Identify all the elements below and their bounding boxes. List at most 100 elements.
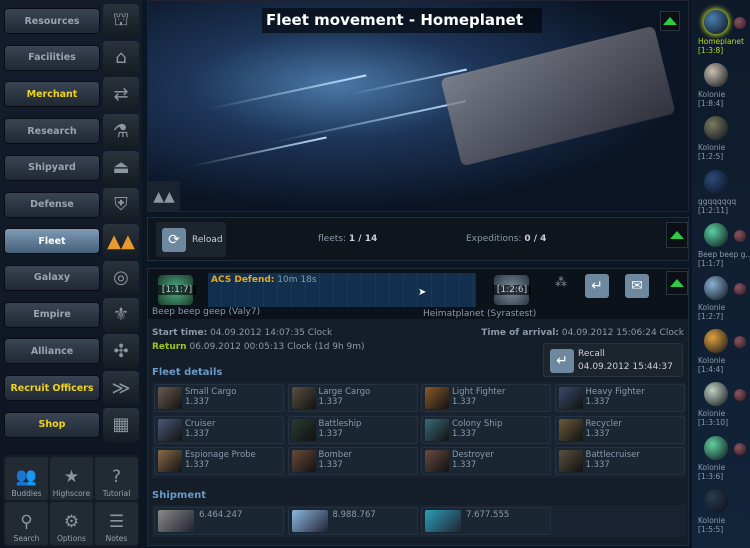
tool-search[interactable]: ⚲ Search xyxy=(5,502,48,545)
recall-time: 04.09.2012 15:44:37 xyxy=(578,362,673,372)
shipment-deuterium: 7.677.555 xyxy=(421,507,551,535)
research-icon[interactable]: ⚗ xyxy=(103,114,139,149)
nav-defense[interactable]: Defense xyxy=(4,191,100,218)
metal-icon xyxy=(158,510,194,532)
moon-icon[interactable] xyxy=(734,336,746,349)
nav-recruit-officers[interactable]: Recruit Officers xyxy=(4,375,100,401)
nav-facilities[interactable]: Facilities xyxy=(4,44,100,71)
fleet-formation-button[interactable]: ⁂ xyxy=(548,275,574,299)
planet-item[interactable]: Beep beep g... [1:1:7] xyxy=(692,221,750,274)
planet-icon xyxy=(704,116,728,141)
merchant-icon[interactable]: ⇄ xyxy=(103,77,139,112)
tool-buddies[interactable]: 👥 Buddies xyxy=(5,457,48,500)
ship-count: 1.337 xyxy=(452,460,477,470)
planet-item[interactable]: Homeplanet [1:3:8] xyxy=(692,8,750,61)
ship-name: Espionage Probe xyxy=(185,450,256,460)
defense-icon[interactable]: ⛨ xyxy=(103,187,139,222)
moon-icon[interactable] xyxy=(734,283,746,295)
nav-research[interactable]: Research xyxy=(4,118,100,145)
shipment-metal: 6.464.247 xyxy=(154,507,284,535)
nav-shop[interactable]: Shop xyxy=(4,411,100,438)
nav-galaxy[interactable]: Galaxy xyxy=(4,264,100,291)
collapse-toolbar-button[interactable] xyxy=(666,222,688,248)
nav-alliance[interactable]: Alliance xyxy=(4,338,100,365)
planet-item[interactable]: Kolonie [1:5:5] xyxy=(692,487,750,540)
planet-item[interactable]: Kolonie [1:3:6] xyxy=(692,434,750,487)
planet-item[interactable]: Kolonie [1:2:7] xyxy=(692,274,750,327)
tool-notes[interactable]: ☰ Notes xyxy=(95,502,138,545)
ship-count: 1.337 xyxy=(585,397,610,407)
ship-cell: Battlecruiser 1.337 xyxy=(554,447,685,475)
planet-item[interactable]: Kolonie [1:4:4] xyxy=(692,327,750,380)
planet-list: Homeplanet [1:3:8] Kolonie [1:8:4] Kolonie [1… xyxy=(692,0,750,548)
collapse-banner-button[interactable] xyxy=(660,11,680,31)
reload-label: Reload xyxy=(192,234,223,245)
arrival-time-value: 04.09.2012 15:06:24 Clock xyxy=(561,328,684,338)
alliance-icon[interactable]: ✣ xyxy=(103,334,139,369)
destination-coords[interactable]: [1:2:6] xyxy=(493,285,531,295)
tool-options[interactable]: ⚙ Options xyxy=(50,502,93,545)
origin-coords[interactable]: [1:1:7] xyxy=(158,285,196,295)
ship-image xyxy=(558,418,583,441)
planet-name: Kolonie xyxy=(698,409,726,419)
reload-icon: ⟳ xyxy=(162,227,186,252)
shop-icon[interactable]: ▦ xyxy=(103,407,139,442)
reload-button[interactable]: ⟳ Reload xyxy=(156,222,226,257)
mission-type: ACS Defend: xyxy=(211,275,275,285)
page-title: Fleet movement - Homeplanet xyxy=(262,8,542,33)
officers-icon[interactable]: ≫ xyxy=(103,371,139,405)
ship-name: Destroyer xyxy=(452,450,494,460)
planet-coords: [1:2:7] xyxy=(698,312,724,321)
ship-cell: Cruiser 1.337 xyxy=(154,415,284,444)
return-value: 06.09.2012 00:05:13 Clock (1d 9h 9m) xyxy=(189,342,365,352)
planet-item[interactable]: Kolonie [1:3:10] xyxy=(692,380,750,433)
nav-empire[interactable]: Empire xyxy=(4,301,100,328)
tool-highscore[interactable]: ★ Highscore xyxy=(50,457,93,500)
message-button[interactable]: ✉ xyxy=(625,274,649,298)
collapse-event-button[interactable] xyxy=(666,271,688,295)
nav-shipyard[interactable]: Shipyard xyxy=(4,154,100,181)
resources-icon[interactable]: ⛫ xyxy=(103,4,139,38)
recall-button[interactable]: ↵ Recall 04.09.2012 15:44:37 xyxy=(543,343,683,377)
planet-coords: [1:1:7] xyxy=(698,258,724,268)
nav-resources[interactable]: Resources xyxy=(4,8,100,34)
facilities-icon[interactable]: ⌂ xyxy=(103,40,139,75)
moon-icon[interactable] xyxy=(734,389,746,402)
planet-icon xyxy=(704,276,728,300)
ship-name: Light Fighter xyxy=(452,387,506,397)
ship-cell: Large Cargo 1.337 xyxy=(287,384,418,412)
shipyard-icon[interactable]: ⏏ xyxy=(103,150,139,185)
moon-icon[interactable] xyxy=(734,442,746,455)
planet-name: Kolonie xyxy=(698,356,726,366)
nav-merchant[interactable]: Merchant xyxy=(4,81,100,108)
galaxy-icon[interactable]: ◎ xyxy=(103,260,139,295)
planet-item[interactable]: ggqqqqqq [1:2:11] xyxy=(692,168,750,221)
planet-item[interactable]: Kolonie [1:8:4] xyxy=(692,61,750,114)
tool-label: Notes xyxy=(105,534,128,543)
fleet-details-title: Fleet details xyxy=(152,367,223,378)
shipment-crystal: 8.988.767 xyxy=(287,507,418,535)
ship-name: Recycler xyxy=(585,418,622,429)
ship-name: Heavy Fighter xyxy=(585,387,645,397)
ship-image xyxy=(558,387,583,409)
buddies-icon: 👥 xyxy=(15,467,38,487)
tool-label: Buddies xyxy=(11,489,42,498)
ship-image xyxy=(291,450,316,472)
planet-coords: [1:8:4] xyxy=(698,99,724,109)
ship-cell: Bomber 1.337 xyxy=(287,447,418,475)
planet-name: Kolonie xyxy=(698,143,726,153)
tool-tutorial[interactable]: ? Tutorial xyxy=(95,457,138,500)
nav-fleet[interactable]: Fleet xyxy=(4,228,100,255)
expeditions-value: 0 / 4 xyxy=(524,234,547,244)
ship-count: 1.337 xyxy=(318,460,343,470)
fleet-icon[interactable]: ▲▲ xyxy=(103,224,139,259)
planet-coords: [1:3:6] xyxy=(698,471,724,481)
empire-icon[interactable]: ⚜ xyxy=(103,297,139,332)
moon-icon[interactable] xyxy=(734,229,746,242)
moon-icon[interactable] xyxy=(734,17,746,29)
ship-cell: Battleship 1.337 xyxy=(287,415,418,444)
ship-cell: Destroyer 1.337 xyxy=(421,447,551,475)
planet-coords: [1:3:10] xyxy=(698,418,728,428)
return-icon-button[interactable]: ↵ xyxy=(585,274,609,298)
planet-item[interactable]: Kolonie [1:2:5] xyxy=(692,114,750,167)
